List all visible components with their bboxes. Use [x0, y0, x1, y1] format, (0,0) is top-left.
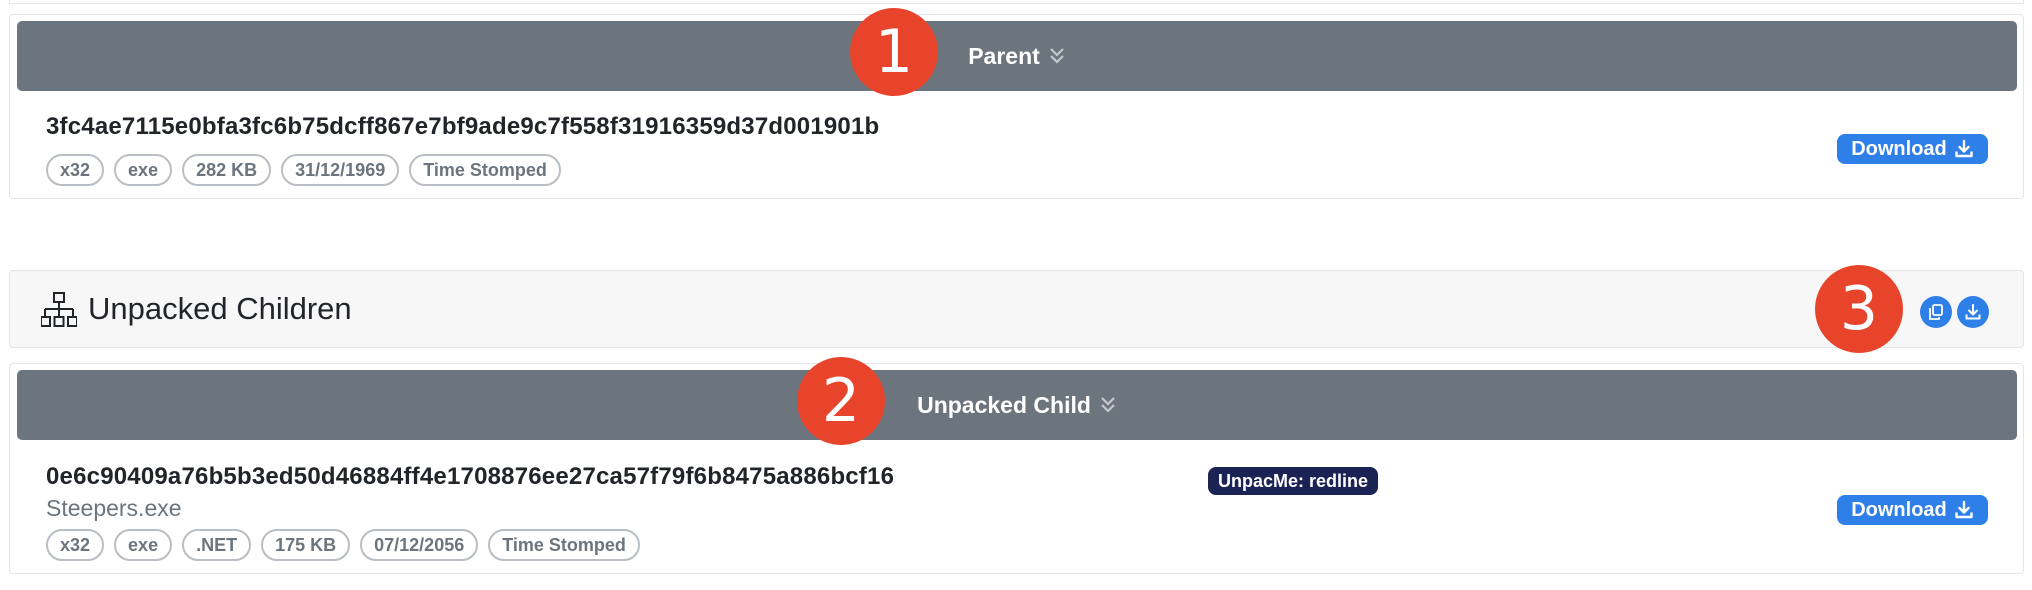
tag-filetype: exe [114, 154, 173, 186]
tag-date: 07/12/2056 [360, 529, 479, 561]
chevron-double-down-icon [1101, 397, 1115, 413]
annotation-marker-3: 3 [1815, 265, 1903, 353]
parent-download-button[interactable]: Download [1837, 134, 1988, 164]
annotation-marker-1: 1 [850, 8, 938, 96]
download-icon [1955, 139, 1973, 158]
copy-button[interactable] [1920, 296, 1952, 328]
download-label: Download [1851, 498, 1947, 521]
tag-arch: x32 [46, 529, 105, 561]
unpacked-children-header: Unpacked Children [9, 270, 2024, 348]
tag-time-stomped: Time Stomped [488, 529, 640, 561]
parent-header-label: Parent [968, 42, 1040, 69]
child-hash: 0e6c90409a76b5b3ed50d46884ff4e1708876ee2… [46, 463, 895, 490]
previous-card-edge [9, 0, 2024, 4]
tag-filetype: exe [114, 529, 173, 561]
parent-tags: x32 exe 282 KB 31/12/1969 Time Stomped [46, 154, 561, 186]
child-header-toggle[interactable]: Unpacked Child [17, 370, 2017, 440]
download-all-button[interactable] [1957, 296, 1989, 328]
tag-size: 282 KB [182, 154, 272, 186]
child-filename: Steepers.exe [46, 495, 182, 521]
tag-size: 175 KB [261, 529, 351, 561]
annotation-marker-2: 2 [797, 357, 885, 445]
child-download-button[interactable]: Download [1837, 495, 1988, 525]
download-icon [1965, 304, 1981, 320]
child-tags: x32 exe .NET 175 KB 07/12/2056 Time Stom… [46, 529, 640, 561]
unpacked-children-title: Unpacked Children [88, 291, 352, 326]
tag-time-stomped: Time Stomped [409, 154, 561, 186]
tag-date: 31/12/1969 [281, 154, 400, 186]
unpacme-badge: UnpacMe: redline [1208, 467, 1379, 495]
download-icon [1955, 500, 1973, 519]
tag-framework: .NET [182, 529, 252, 561]
tag-arch: x32 [46, 154, 105, 186]
parent-header-toggle[interactable]: Parent [17, 21, 2017, 91]
parent-hash: 3fc4ae7115e0bfa3fc6b75dcff867e7bf9ade9c7… [46, 113, 880, 140]
chevron-double-down-icon [1050, 48, 1064, 64]
sitemap-icon [41, 292, 77, 327]
copy-icon [1929, 304, 1943, 320]
download-label: Download [1851, 137, 1947, 160]
child-header-label: Unpacked Child [917, 391, 1091, 418]
